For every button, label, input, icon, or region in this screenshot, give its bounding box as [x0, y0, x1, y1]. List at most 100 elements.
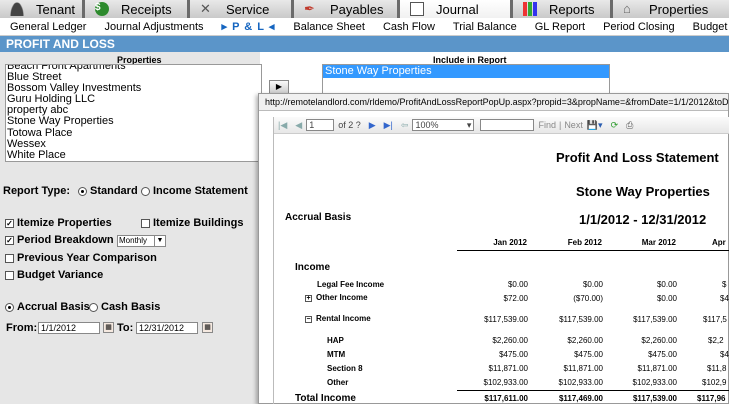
chevron-down-icon: ▼ — [154, 236, 165, 246]
prev-page-icon[interactable]: ◀ — [295, 120, 302, 131]
table-cell: $475.00 — [499, 350, 528, 359]
itemize-buildings-checkbox[interactable]: Itemize Buildings — [141, 217, 243, 229]
list-item[interactable]: Totowa Place — [6, 127, 261, 139]
report-property: Stone Way Properties — [576, 184, 710, 199]
row-label: Other — [327, 378, 349, 387]
calendar-icon[interactable]: ▦ — [103, 322, 114, 333]
row-label: MTM — [327, 350, 346, 359]
budget-variance-checkbox[interactable]: Budget Variance — [5, 269, 103, 281]
page-number-input[interactable]: 1 — [306, 119, 335, 131]
month-header: Apr — [712, 238, 726, 247]
subnav-trial-balance[interactable]: Trial Balance — [453, 21, 517, 33]
refresh-icon[interactable]: ⟳ — [611, 120, 619, 131]
find-link[interactable]: Find — [538, 120, 556, 130]
itemize-properties-checkbox[interactable]: ✓ Itemize Properties — [5, 217, 112, 229]
find-input[interactable] — [480, 119, 535, 131]
list-item[interactable]: White Place — [6, 149, 261, 161]
coin-icon: $ — [95, 2, 109, 16]
export-icon[interactable]: 💾▾ — [587, 120, 603, 131]
arrow-right-icon: ▶ — [275, 82, 283, 91]
subnav-balance-sheet[interactable]: Balance Sheet — [293, 21, 365, 33]
report-popup-window: http://remotelandlord.com/rldemo/ProfitA… — [258, 93, 729, 404]
total-cell: $117,96 — [697, 394, 726, 403]
subnav-period-closing[interactable]: Period Closing — [603, 21, 675, 33]
row-label: Legal Fee Income — [317, 280, 385, 289]
table-cell: $4 — [720, 294, 729, 303]
cash-basis-radio[interactable]: Cash Basis — [89, 301, 160, 313]
table-cell: ($70.00) — [573, 294, 603, 303]
properties-listbox[interactable]: Beach Front Apartments Blue Street Bosso… — [5, 64, 262, 162]
report-type-standard-radio[interactable]: Standard — [78, 185, 138, 197]
quill-icon: ✒ — [304, 1, 315, 16]
print-icon[interactable]: ⎙ — [626, 120, 633, 131]
accrual-basis-radio[interactable]: Accrual Basis — [5, 301, 90, 313]
table-cell: $4 — [720, 350, 729, 359]
table-cell: $72.00 — [503, 294, 528, 303]
add-to-report-button[interactable]: ▶ — [269, 80, 289, 94]
first-page-icon[interactable]: |◀ — [278, 120, 287, 131]
subnav-journal-adjustments[interactable]: Journal Adjustments — [104, 21, 203, 33]
back-icon[interactable]: ⇦ — [401, 120, 409, 131]
report-viewer: |◀ ◀ 1 of 2 ? ▶ ▶| ⇦ 100% ▾ Find | Next 💾… — [273, 117, 729, 404]
zoom-select[interactable]: 100% ▾ — [412, 119, 475, 131]
to-date-input[interactable]: 12/31/2012 — [136, 322, 198, 334]
period-breakdown-checkbox[interactable]: ✓ Period Breakdown — [5, 234, 114, 246]
prev-year-checkbox[interactable]: Previous Year Comparison — [5, 252, 157, 264]
table-cell: $0.00 — [582, 280, 603, 289]
total-income-label: Total Income — [295, 393, 356, 404]
subnav-cash-flow[interactable]: Cash Flow — [383, 21, 435, 33]
next-link[interactable]: Next — [564, 120, 583, 130]
table-cell: $11,871.00 — [563, 364, 603, 373]
tab-payables[interactable]: ✒ Payables — [294, 0, 400, 18]
person-icon — [10, 2, 24, 16]
subnav-p-and-l[interactable]: ▸ P & L ◂ — [222, 20, 276, 33]
main-tab-bar: Tenant $ Receipts ✕ Service ✒ Payables Jour… — [0, 0, 729, 18]
report-basis: Accrual Basis — [285, 212, 352, 223]
subnav-budget[interactable]: Budget — [693, 21, 728, 33]
tab-service[interactable]: ✕ Service — [190, 0, 294, 18]
chart-icon — [523, 2, 537, 16]
house-icon: ⌂ — [623, 1, 631, 16]
tab-properties[interactable]: ⌂ Properties — [613, 0, 729, 18]
list-item[interactable]: Stone Way Properties — [323, 65, 609, 78]
report-period: 1/1/2012 - 12/31/2012 — [579, 212, 707, 227]
from-date-input[interactable]: 1/1/2012 — [38, 322, 100, 334]
wrench-icon: ✕ — [200, 1, 211, 16]
tab-reports[interactable]: Reports — [513, 0, 613, 18]
list-item[interactable]: Stone Way Properties — [6, 116, 261, 127]
row-label: Section 8 — [327, 364, 363, 373]
month-header: Feb 2012 — [567, 238, 602, 247]
table-cell: $475.00 — [574, 350, 603, 359]
total-cell: $117,469.00 — [558, 394, 603, 403]
table-cell: $ — [722, 280, 727, 289]
month-header: Mar 2012 — [641, 238, 676, 247]
section-title: PROFIT AND LOSS — [0, 36, 729, 52]
subnav-general-ledger[interactable]: General Ledger — [10, 21, 86, 33]
table-cell: $2,260.00 — [492, 336, 528, 345]
table-cell: $0.00 — [656, 294, 677, 303]
table-cell: $475.00 — [648, 350, 677, 359]
table-cell: $11,8 — [707, 364, 727, 373]
month-header: Jan 2012 — [493, 238, 527, 247]
calendar-icon[interactable]: ▦ — [202, 322, 213, 333]
row-label: HAP — [327, 336, 344, 345]
period-select[interactable]: Monthly ▼ — [117, 235, 166, 247]
collapse-icon[interactable]: − — [305, 316, 312, 323]
table-cell: $2,2 — [708, 336, 724, 345]
table-cell: $117,539.00 — [559, 315, 603, 324]
row-label: + Other Income — [305, 293, 368, 302]
subnav-gl-report[interactable]: GL Report — [535, 21, 585, 33]
last-page-icon[interactable]: ▶| — [384, 120, 393, 131]
table-cell: $117,539.00 — [484, 315, 528, 324]
report-toolbar: |◀ ◀ 1 of 2 ? ▶ ▶| ⇦ 100% ▾ Find | Next 💾… — [274, 117, 729, 134]
table-cell: $102,933.00 — [558, 378, 604, 387]
total-cell: $117,611.00 — [484, 394, 528, 403]
report-type-income-radio[interactable]: Income Statement — [141, 185, 248, 197]
tab-journal[interactable]: Journal — [400, 0, 513, 18]
tab-receipts[interactable]: $ Receipts — [85, 0, 190, 18]
chevron-down-icon: ▾ — [466, 120, 472, 130]
next-page-icon[interactable]: ▶ — [369, 120, 376, 131]
expand-icon[interactable]: + — [305, 295, 312, 302]
tab-tenant[interactable]: Tenant — [0, 0, 85, 18]
report-type-label: Report Type: — [3, 185, 71, 197]
